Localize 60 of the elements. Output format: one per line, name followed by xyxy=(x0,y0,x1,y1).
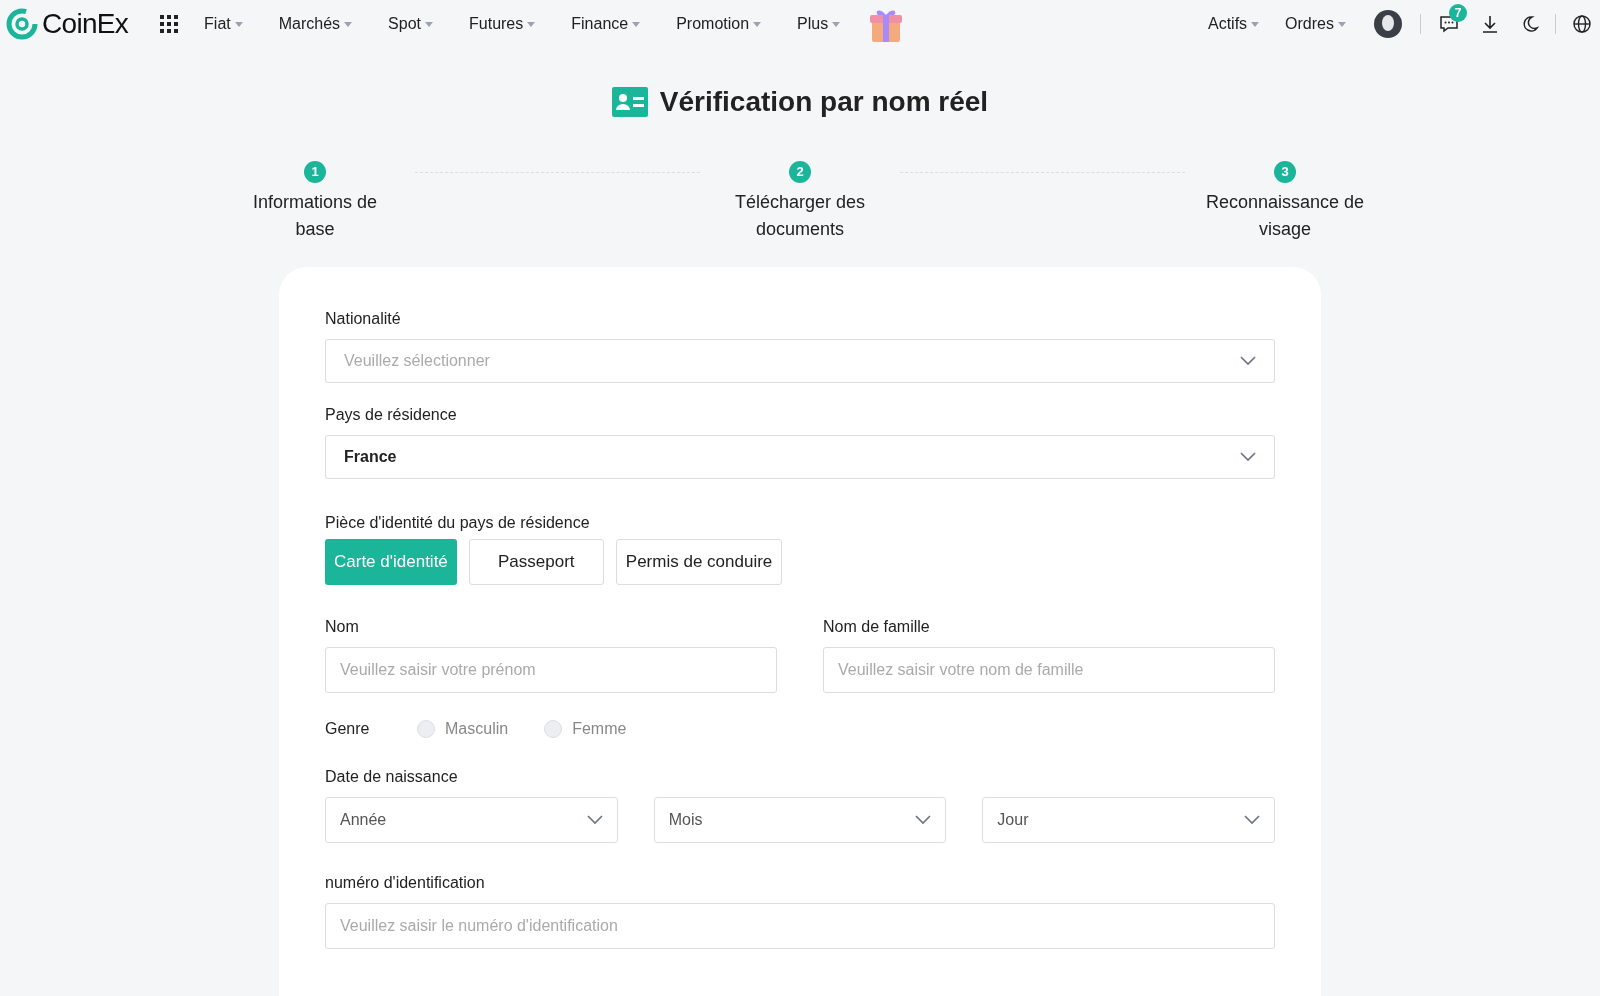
globe-icon[interactable] xyxy=(1572,14,1592,34)
apps-grid-icon[interactable] xyxy=(160,15,179,33)
nav-menu[interactable]: Plus xyxy=(797,12,841,36)
nav-menu[interactable]: Actifs xyxy=(1207,12,1260,36)
avatar-icon[interactable] xyxy=(1374,10,1402,38)
caret-icon xyxy=(1251,21,1260,27)
date-select[interactable]: Mois xyxy=(653,797,947,843)
field-label: Nationalité xyxy=(325,309,402,329)
caret-icon xyxy=(632,21,641,27)
caret-icon xyxy=(344,21,353,27)
step-number: 3 xyxy=(1274,161,1296,183)
field-label: Pièce d'identité du pays de résidence xyxy=(325,513,591,533)
radio-button[interactable] xyxy=(544,720,563,738)
nav-menu[interactable]: Fiat xyxy=(204,12,243,36)
nav-menu[interactable]: Finance xyxy=(571,12,641,36)
text-input[interactable]: Veuillez saisir votre prénom xyxy=(325,647,777,693)
caret-icon xyxy=(753,21,762,27)
field-label: Nom de famille xyxy=(823,617,931,637)
field-label: Date de naissance xyxy=(325,767,459,787)
caret-icon xyxy=(832,21,841,27)
chevron-down-icon xyxy=(1240,356,1256,366)
radio-label: Femme xyxy=(572,719,627,739)
date-select[interactable]: Année xyxy=(325,797,618,843)
id-card-icon xyxy=(611,87,648,117)
download-icon[interactable] xyxy=(1481,14,1499,34)
text-input[interactable]: Veuillez saisir votre nom de famille xyxy=(823,647,1275,693)
field-label: Pays de résidence xyxy=(325,405,458,425)
field-label: Nom xyxy=(325,617,360,637)
logo-text[interactable]: CoinEx xyxy=(42,3,129,45)
caret-icon xyxy=(234,21,243,27)
chevron-down-icon xyxy=(1240,452,1256,462)
step-label: Télécharger des documents xyxy=(733,191,867,241)
step-number: 2 xyxy=(789,161,811,183)
nav-menu[interactable]: Ordres xyxy=(1285,12,1346,36)
caret-icon xyxy=(1338,21,1346,27)
logo-icon xyxy=(6,8,38,40)
caret-icon xyxy=(527,21,536,27)
id-type-option[interactable]: Permis de conduire xyxy=(615,539,783,585)
step-number: 1 xyxy=(304,161,326,183)
radio-button[interactable] xyxy=(417,720,435,738)
moon-icon[interactable] xyxy=(1521,15,1539,33)
date-select[interactable]: Jour xyxy=(982,797,1275,843)
notification-badge: 7 xyxy=(1449,4,1467,22)
page-title: Vérification par nom réel xyxy=(659,85,989,119)
caret-icon xyxy=(425,21,433,27)
chevron-down-icon xyxy=(915,815,932,825)
text-input[interactable]: Veuillez saisir le numéro d'identification xyxy=(325,903,1275,949)
id-type-option[interactable]: Passeport xyxy=(468,539,604,585)
nav-menu[interactable]: Futures xyxy=(469,12,536,36)
nav-menu[interactable]: Marchés xyxy=(278,12,353,36)
field-label: Genre xyxy=(325,719,371,739)
chevron-down-icon xyxy=(1244,815,1260,825)
step-label: Informations de base xyxy=(251,191,379,241)
step-label: Reconnaissance de visage xyxy=(1205,191,1365,241)
nav-menu[interactable]: Promotion xyxy=(676,12,762,36)
chevron-down-icon xyxy=(586,815,603,825)
nav-menu[interactable]: Spot xyxy=(388,12,433,36)
field-label: numéro d'identification xyxy=(325,873,486,893)
radio-label: Masculin xyxy=(445,719,509,739)
residence-select[interactable]: France xyxy=(325,435,1275,479)
